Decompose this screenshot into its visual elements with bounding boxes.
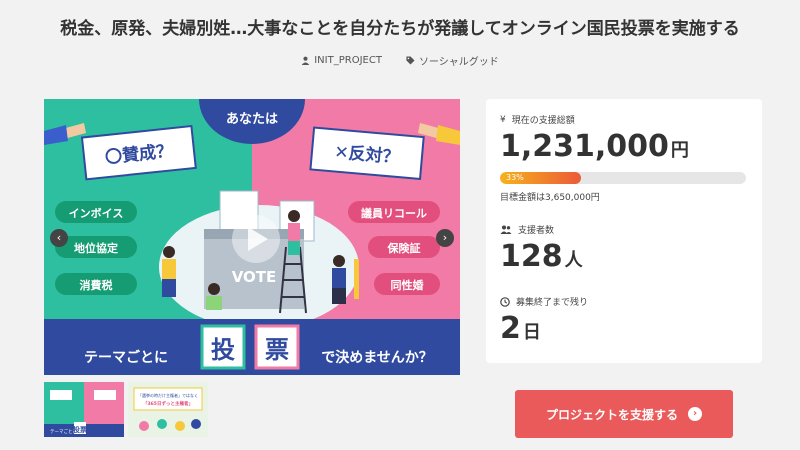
supporters-value: 128 bbox=[500, 239, 563, 274]
svg-text:保険証: 保険証 bbox=[387, 241, 421, 255]
remaining-label-row: 募集終了まで残り bbox=[500, 295, 588, 308]
svg-text:「365日ずっと主権者」: 「365日ずっと主権者」 bbox=[143, 400, 193, 407]
svg-text:投票: 投票 bbox=[73, 425, 87, 434]
remaining-unit: 日 bbox=[522, 322, 541, 343]
con-topic-3: 同性婚 bbox=[374, 273, 440, 295]
con-topic-2: 保険証 bbox=[368, 236, 440, 258]
tag-icon bbox=[406, 56, 415, 65]
person-center bbox=[206, 283, 222, 310]
supporters-count: 128 人 bbox=[500, 239, 583, 274]
bottom-banner bbox=[44, 319, 460, 375]
hero-image[interactable]: あなたは 〇賛成？ ✕反対？ インボイス 地位協定 消費税 議員リコール 保険証… bbox=[44, 99, 460, 375]
funding-stats-card: ¥ 現在の支援総額 1,231,000 円 33% 目標金額は3,650,000円… bbox=[486, 99, 762, 363]
author-link[interactable]: INIT_PROJECT bbox=[301, 53, 382, 68]
goal-amount: 目標金額は3,650,000円 bbox=[500, 193, 600, 203]
ballot-box-text: VOTE bbox=[232, 268, 277, 286]
hero-illustration: あなたは 〇賛成？ ✕反対？ インボイス 地位協定 消費税 議員リコール 保険証… bbox=[44, 99, 460, 375]
total-unit: 円 bbox=[670, 140, 689, 161]
remaining-value: 2 bbox=[500, 311, 521, 346]
person-left bbox=[162, 246, 176, 297]
funding-progress-bar: 33% bbox=[500, 172, 746, 184]
support-project-button[interactable]: プロジェクトを支援する › bbox=[515, 390, 733, 438]
remaining-days: 2日 bbox=[500, 311, 541, 346]
users-icon bbox=[500, 225, 512, 234]
banner-prefix: テーマごとに bbox=[84, 349, 168, 366]
total-value: 1,231,000 bbox=[500, 129, 669, 164]
supporters-label-row: 支援者数 bbox=[500, 223, 554, 236]
author-name: INIT_PROJECT bbox=[314, 55, 382, 66]
progress-percent: 33% bbox=[506, 173, 524, 182]
con-card: ✕反対？ bbox=[309, 126, 425, 181]
svg-text:議員リコール: 議員リコール bbox=[361, 206, 427, 220]
svg-text:地位協定: 地位協定 bbox=[74, 241, 118, 255]
total-label-row: ¥ 現在の支援総額 bbox=[500, 113, 575, 127]
total-amount: 1,231,000 円 bbox=[500, 129, 689, 164]
banner-char-1: 投 bbox=[211, 336, 235, 364]
pro-topic-3: 消費税 bbox=[55, 273, 137, 295]
banner-char-2: 票 bbox=[265, 336, 289, 364]
total-label: 現在の支援総額 bbox=[511, 116, 575, 126]
support-button-label: プロジェクトを支援する bbox=[545, 407, 678, 422]
thumbnail-2[interactable]: 「選挙の時だけ主権者」ではなく 「365日ずっと主権者」 bbox=[128, 382, 208, 437]
pro-topic-1: インボイス bbox=[55, 201, 137, 223]
project-meta: INIT_PROJECT ソーシャルグッド bbox=[0, 53, 800, 68]
svg-text:インボイス: インボイス bbox=[69, 206, 124, 220]
remaining-label: 募集終了まで残り bbox=[516, 298, 589, 308]
supporters-label: 支援者数 bbox=[518, 226, 555, 236]
clock-icon bbox=[500, 296, 510, 307]
svg-text:消費税: 消費税 bbox=[80, 278, 113, 292]
category-link[interactable]: ソーシャルグッド bbox=[406, 53, 499, 68]
supporters-unit: 人 bbox=[564, 250, 583, 271]
con-topic-1: 議員リコール bbox=[348, 201, 440, 223]
carousel-next-button[interactable]: › bbox=[436, 229, 454, 247]
thumbnail-2-image: 「選挙の時だけ主権者」ではなく 「365日ずっと主権者」 bbox=[128, 382, 208, 437]
thumbnail-1-image: テーマごとに 投票 bbox=[44, 382, 124, 437]
person-ladder bbox=[288, 210, 300, 255]
thumbnail-1[interactable]: テーマごとに 投票 bbox=[44, 382, 124, 437]
user-icon bbox=[301, 56, 310, 65]
banner-suffix: で決めませんか？ bbox=[321, 349, 433, 366]
project-title: 税金、原発、夫婦別姓…大事なことを自分たちが発議してオンライン国民投票を実施する bbox=[60, 19, 740, 39]
top-label: あなたは bbox=[226, 112, 278, 127]
yen-icon: ¥ bbox=[500, 114, 506, 125]
carousel-prev-button[interactable]: ‹ bbox=[50, 229, 68, 247]
arrow-right-icon: › bbox=[688, 407, 702, 421]
svg-text:「選挙の時だけ主権者」ではなく: 「選挙の時だけ主権者」ではなく bbox=[138, 392, 198, 398]
category-name: ソーシャルグッド bbox=[418, 57, 499, 68]
svg-text:同性婚: 同性婚 bbox=[391, 278, 424, 292]
